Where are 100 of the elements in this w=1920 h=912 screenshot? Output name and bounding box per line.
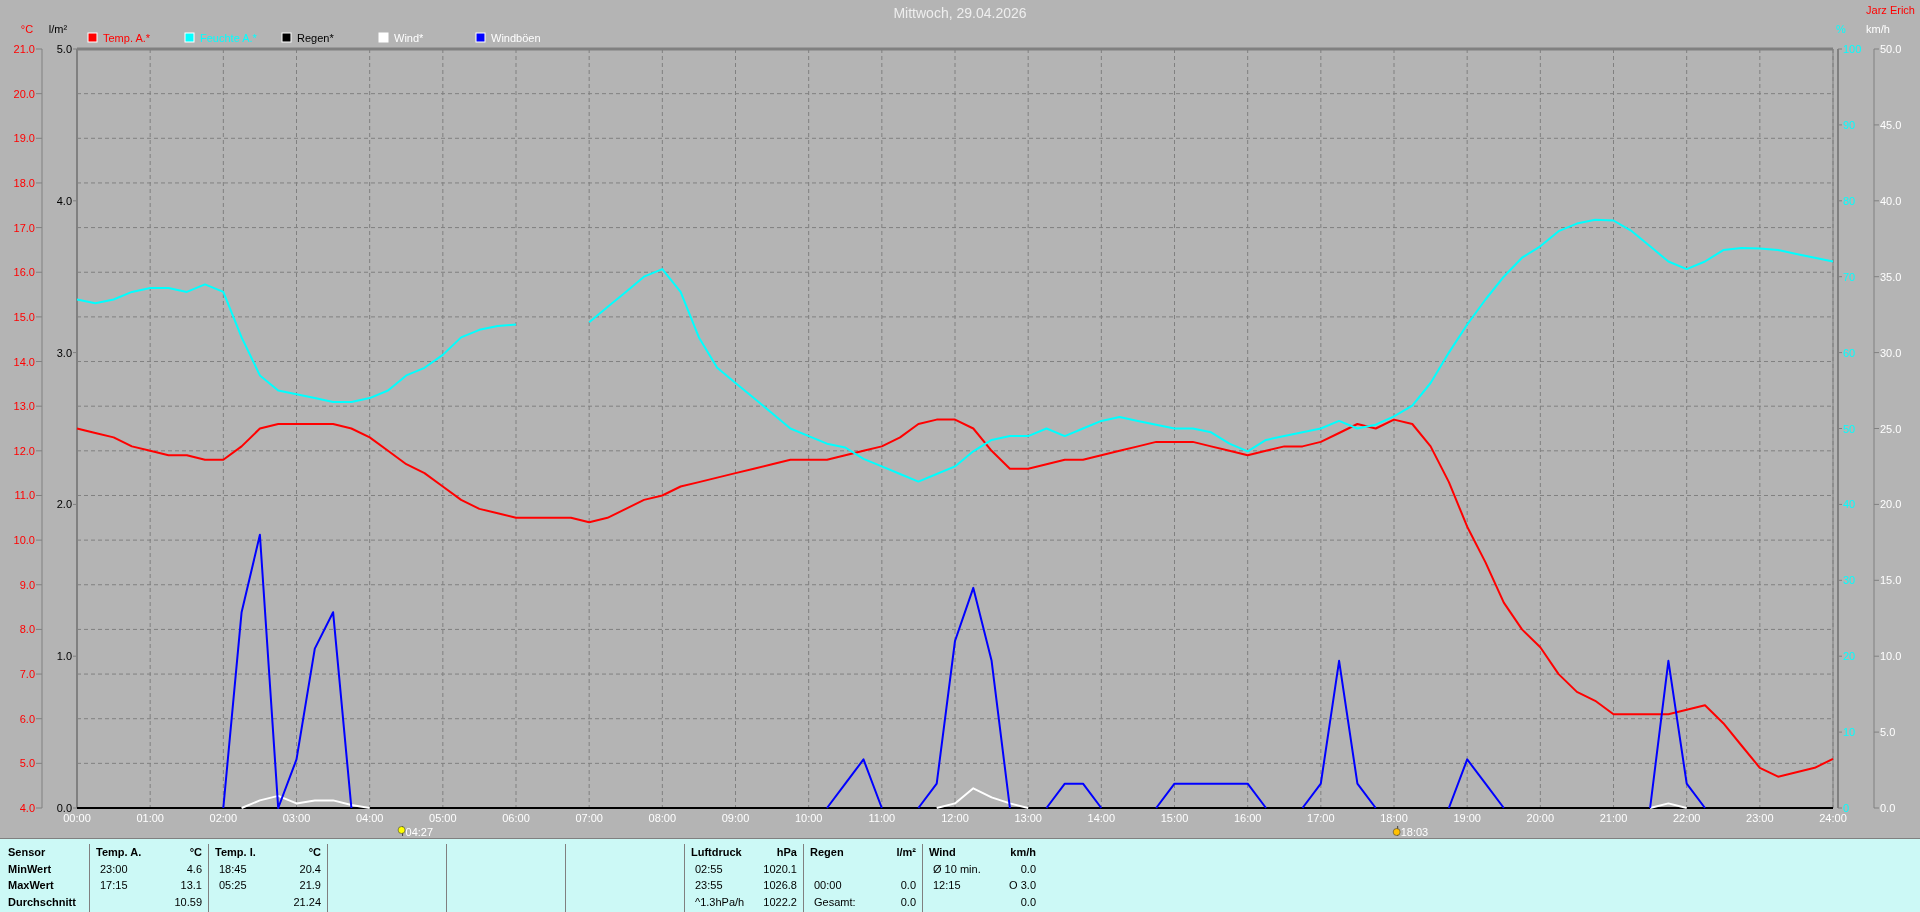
axis-tick-label: 24:00 — [1819, 812, 1847, 824]
axis-tick-label: 14:00 — [1087, 812, 1116, 824]
axis-tick-label: 5.0 — [56, 43, 72, 55]
table-cell-text: 1022.2 — [763, 894, 797, 910]
axis-tick-label: 07:00 — [575, 812, 603, 824]
axis-tick-label: 13.0 — [13, 400, 35, 413]
axis-tick-label: 00:00 — [63, 812, 91, 824]
sunset-icon — [1392, 825, 1401, 837]
unit-header: °C — [308, 845, 321, 860]
column-header: Temp. A. — [96, 845, 142, 860]
row-label: Durchschnitt — [8, 894, 77, 910]
axis-tick-label: 2.0 — [56, 498, 72, 511]
axis-tick-label: 10 — [1843, 726, 1856, 739]
sunrise-icon — [397, 825, 406, 837]
table-cell-text: 23:55 — [694, 878, 723, 893]
axis-tick-label: 70 — [1843, 270, 1856, 283]
axis-tick-label: 4.0 — [56, 194, 72, 207]
axis-tick-label: 06:00 — [502, 812, 530, 824]
table-cell-text: 20.4 — [299, 861, 321, 877]
table-cell-text: 17:15 — [99, 878, 128, 893]
axis-tick-label: 03:00 — [282, 812, 311, 824]
axis-tick-label: 100 — [1843, 43, 1862, 55]
table-cell-text: 1020.1 — [763, 861, 797, 877]
axis-tick-label: 02:00 — [209, 812, 238, 824]
table-cell-text: Ø 10 min. — [932, 861, 981, 877]
axis-tick-label: 80 — [1843, 194, 1856, 207]
axis-tick-label: 01:00 — [136, 812, 164, 824]
table-cell-text: 18:45 — [218, 861, 247, 877]
axis-tick-label: 05:00 — [429, 812, 457, 824]
table-cell-text: 21.9 — [299, 878, 321, 893]
column-header: Luftdruck — [691, 845, 742, 860]
row-label: MaxWert — [8, 878, 55, 893]
axis-tick-label: 35.0 — [1880, 270, 1902, 283]
unit-header: hPa — [776, 845, 797, 860]
axis-unit: km/h — [1866, 23, 1890, 35]
axis-tick-label: 22:00 — [1672, 812, 1701, 824]
axis-tick-label: 12.0 — [13, 444, 35, 457]
axis-tick-label: 18:00 — [1380, 812, 1408, 824]
axis-tick-label: 08:00 — [648, 812, 677, 824]
axis-tick-label: 8.0 — [19, 623, 35, 636]
axis-tick-label: 0.0 — [1880, 802, 1896, 814]
axis-tick-label: 19:00 — [1453, 812, 1481, 824]
axis-tick-label: 20 — [1843, 650, 1856, 663]
axis-tick-label: 40 — [1843, 498, 1856, 511]
legend-label: Wind* — [394, 32, 424, 44]
axis-tick-label: 04:00 — [355, 812, 384, 824]
column-header: Temp. I. — [215, 845, 256, 860]
table-cell-text: 0.0 — [900, 894, 916, 910]
author-name: Jarz Erich — [1866, 4, 1915, 16]
column-header: Regen — [810, 845, 844, 860]
axis-tick-label: 21.0 — [13, 43, 35, 55]
table-cell-text: 1026.8 — [763, 878, 797, 893]
axis-tick-label: 16.0 — [13, 266, 35, 279]
axis-tick-label: 10.0 — [13, 534, 35, 547]
table-cell-text: O 3.0 — [1009, 878, 1036, 893]
unit-header: l/m² — [896, 845, 916, 860]
axis-tick-label: 7.0 — [19, 668, 35, 681]
chart-title: Mittwoch, 29.04.2026 — [893, 5, 1027, 21]
table-cell-text: 0.0 — [1020, 861, 1036, 877]
axis-tick-label: 0.0 — [56, 802, 72, 814]
table-cell-text: 0.0 — [1020, 894, 1036, 910]
sun-time: 18:03 — [1400, 826, 1429, 838]
axis-tick-label: 3.0 — [56, 346, 72, 359]
table-cell-text: 4.6 — [186, 861, 202, 877]
axis-tick-label: 17.0 — [13, 221, 35, 234]
axis-tick-label: 15.0 — [1880, 574, 1902, 587]
axis-tick-label: 20.0 — [1880, 498, 1902, 511]
row-label: MinWert — [8, 861, 53, 877]
axis-tick-label: 09:00 — [721, 812, 750, 824]
axis-tick-label: 10:00 — [794, 812, 823, 824]
axis-tick-label: 15:00 — [1160, 812, 1189, 824]
legend-label: Windböen — [491, 32, 541, 44]
axis-tick-label: 12:00 — [941, 812, 969, 824]
axis-tick-label: 40.0 — [1880, 194, 1902, 207]
unit-header: km/h — [1010, 845, 1036, 860]
axis-tick-label: 21:00 — [1599, 812, 1628, 824]
column-header: Wind — [929, 845, 956, 860]
table-cell-text: 12:15 — [932, 878, 961, 893]
axis-tick-label: 5.0 — [1880, 726, 1896, 739]
axis-tick-label: 0 — [1843, 802, 1850, 814]
table-cell-text: 23:00 — [99, 861, 128, 877]
axis-tick-label: 15.0 — [13, 310, 35, 323]
axis-tick-label: 4.0 — [19, 802, 35, 814]
axis-tick-label: 30.0 — [1880, 346, 1902, 359]
axis-tick-label: 50.0 — [1880, 43, 1902, 55]
axis-unit: l/m² — [48, 23, 68, 35]
axis-unit: °C — [20, 23, 34, 35]
axis-tick-label: 30 — [1843, 574, 1856, 587]
axis-tick-label: 18.0 — [13, 176, 35, 189]
axis-tick-label: 5.0 — [19, 757, 35, 770]
legend-label: Temp. A.* — [103, 32, 151, 44]
unit-header: °C — [189, 845, 202, 860]
table-cell-text: 21.24 — [293, 894, 321, 910]
table-cell-text: Gesamt: — [813, 894, 856, 910]
axis-tick-label: 19.0 — [13, 132, 35, 145]
axis-tick-label: 11.0 — [14, 489, 35, 502]
axis-tick-label: 23:00 — [1746, 812, 1774, 824]
axis-tick-label: 13:00 — [1014, 812, 1042, 824]
table-cell-text: 00:00 — [813, 878, 842, 893]
sun-time: 04:27 — [405, 826, 434, 838]
